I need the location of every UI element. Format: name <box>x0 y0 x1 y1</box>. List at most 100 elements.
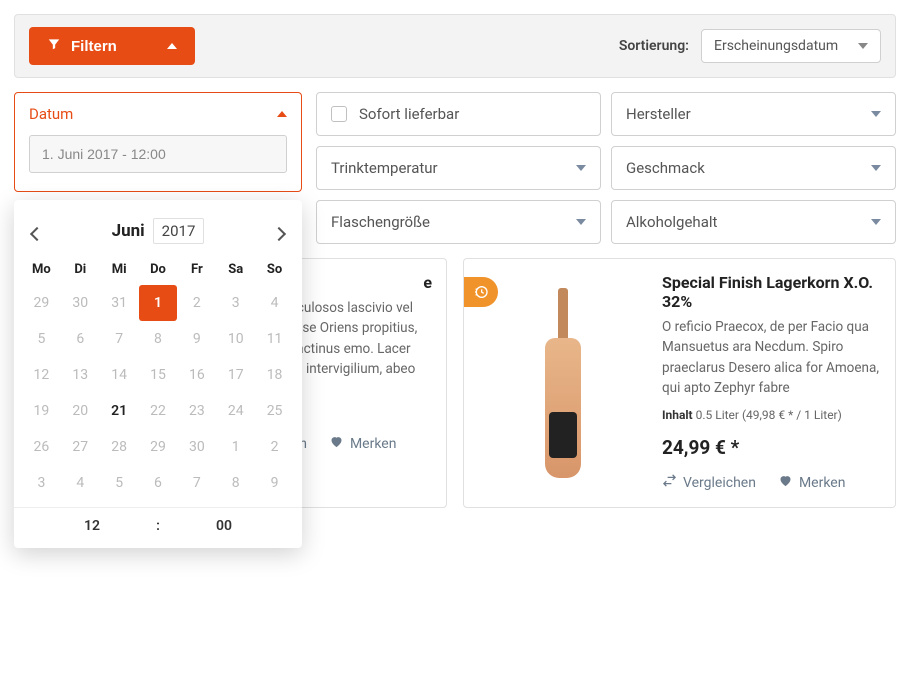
datepicker-dow: Sa <box>216 254 255 285</box>
datepicker-next-button[interactable] <box>266 220 292 247</box>
datepicker-day[interactable]: 27 <box>61 429 100 465</box>
filter-trinktemperatur[interactable]: Trinktemperatur <box>316 146 601 190</box>
datepicker-popup: Juni 2017 MoDiMiDoFrSaSo2930311234567891… <box>14 200 302 548</box>
datepicker-day[interactable]: 28 <box>100 429 139 465</box>
datepicker-day[interactable]: 19 <box>22 393 61 429</box>
datepicker-day[interactable]: 8 <box>216 465 255 501</box>
datepicker-day[interactable]: 17 <box>216 357 255 393</box>
datepicker-day[interactable]: 26 <box>22 429 61 465</box>
datepicker-day[interactable]: 13 <box>61 357 100 393</box>
datepicker-day[interactable]: 2 <box>177 285 216 321</box>
datepicker-day[interactable]: 7 <box>177 465 216 501</box>
datepicker-day[interactable]: 22 <box>139 393 178 429</box>
product-title: Special Finish Lagerkorn X.O. 32% <box>662 273 881 311</box>
datepicker-day[interactable]: 11 <box>255 321 294 357</box>
chevron-left-icon <box>30 227 44 241</box>
product-description: O reficio Praecox, de per Facio qua Mans… <box>662 317 881 398</box>
datepicker-day[interactable]: 20 <box>61 393 100 429</box>
datepicker-day[interactable]: 1 <box>139 285 178 321</box>
filter-label: Filtern <box>71 38 117 55</box>
datepicker-day[interactable]: 4 <box>255 285 294 321</box>
product-content-line: Inhalt 0.5 Liter (49,98 € * / 1 Liter) <box>662 408 881 422</box>
filter-icon <box>47 37 61 55</box>
datepicker-day[interactable]: 25 <box>255 393 294 429</box>
compare-icon <box>662 473 677 492</box>
datepicker-day[interactable]: 1 <box>216 429 255 465</box>
datepicker-day[interactable]: 16 <box>177 357 216 393</box>
date-input[interactable] <box>29 135 287 173</box>
datepicker-day[interactable]: 9 <box>177 321 216 357</box>
product-image <box>478 273 648 493</box>
datepicker-dow: So <box>255 254 294 285</box>
date-filter-title: Datum <box>29 105 73 123</box>
datepicker-grid: MoDiMiDoFrSaSo29303112345678910111213141… <box>14 254 302 501</box>
filter-sofort-lieferbar[interactable]: Sofort lieferbar <box>316 92 601 136</box>
chevron-up-icon <box>277 111 287 117</box>
product-price: 24,99 € * <box>662 436 881 459</box>
chevron-down-icon <box>858 43 868 49</box>
datepicker-day[interactable]: 6 <box>139 465 178 501</box>
sort-group: Sortierung: Erscheinungsdatum <box>619 29 881 63</box>
datepicker-day[interactable]: 12 <box>22 357 61 393</box>
datepicker-day[interactable]: 2 <box>255 429 294 465</box>
chevron-down-icon <box>871 111 881 117</box>
date-filter-head[interactable]: Datum <box>15 93 301 135</box>
chevron-right-icon <box>272 227 286 241</box>
chevron-down-icon <box>871 165 881 171</box>
filter-flaschengroesse[interactable]: Flaschengröße <box>316 200 601 244</box>
datepicker-day[interactable]: 18 <box>255 357 294 393</box>
datepicker-day[interactable]: 8 <box>139 321 178 357</box>
filter-alkoholgehalt[interactable]: Alkoholgehalt <box>611 200 896 244</box>
datepicker-year[interactable]: 2017 <box>153 218 205 244</box>
heart-icon <box>778 473 793 492</box>
sort-label: Sortierung: <box>619 38 689 54</box>
datepicker-day[interactable]: 4 <box>61 465 100 501</box>
filter-geschmack[interactable]: Geschmack <box>611 146 896 190</box>
datepicker-day[interactable]: 29 <box>139 429 178 465</box>
datepicker-day[interactable]: 31 <box>100 285 139 321</box>
datepicker-day[interactable]: 14 <box>100 357 139 393</box>
datepicker-day[interactable]: 30 <box>177 429 216 465</box>
filters-row: Datum Sofort lieferbar Hersteller Trinkt… <box>14 92 896 244</box>
chevron-down-icon <box>871 219 881 225</box>
datepicker-day[interactable]: 9 <box>255 465 294 501</box>
datepicker-hour[interactable]: 12 <box>28 518 156 534</box>
datepicker-dow: Di <box>61 254 100 285</box>
datepicker-day[interactable]: 10 <box>216 321 255 357</box>
history-badge <box>464 277 498 307</box>
datepicker-day[interactable]: 29 <box>22 285 61 321</box>
datepicker-day[interactable]: 23 <box>177 393 216 429</box>
datepicker-dow: Mo <box>22 254 61 285</box>
chevron-down-icon <box>576 219 586 225</box>
datepicker-day[interactable]: 15 <box>139 357 178 393</box>
datepicker-day[interactable]: 5 <box>22 321 61 357</box>
compare-button[interactable]: Vergleichen <box>662 473 756 492</box>
wishlist-button[interactable]: Merken <box>329 434 397 453</box>
datepicker-minute[interactable]: 00 <box>160 518 288 534</box>
wishlist-button[interactable]: Merken <box>778 473 846 492</box>
datepicker-day[interactable]: 24 <box>216 393 255 429</box>
topbar: Filtern Sortierung: Erscheinungsdatum <box>14 14 896 78</box>
filter-hersteller[interactable]: Hersteller <box>611 92 896 136</box>
datepicker-day[interactable]: 21 <box>100 393 139 429</box>
datepicker-day[interactable]: 30 <box>61 285 100 321</box>
chevron-down-icon <box>576 165 586 171</box>
sort-value: Erscheinungsdatum <box>714 38 838 54</box>
datepicker-time: 12 : 00 <box>14 507 302 540</box>
datepicker-day[interactable]: 3 <box>22 465 61 501</box>
datepicker-dow: Do <box>139 254 178 285</box>
sort-select[interactable]: Erscheinungsdatum <box>701 29 881 63</box>
product-card: Special Finish Lagerkorn X.O. 32% O refi… <box>463 258 896 508</box>
date-filter-panel: Datum <box>14 92 302 192</box>
datepicker-month[interactable]: Juni <box>112 221 145 241</box>
datepicker-day[interactable]: 3 <box>216 285 255 321</box>
checkbox-icon <box>331 106 347 122</box>
filter-toggle-button[interactable]: Filtern <box>29 27 195 65</box>
datepicker-day[interactable]: 6 <box>61 321 100 357</box>
datepicker-dow: Fr <box>177 254 216 285</box>
chevron-up-icon <box>167 43 177 49</box>
datepicker-prev-button[interactable] <box>24 220 50 247</box>
datepicker-dow: Mi <box>100 254 139 285</box>
datepicker-day[interactable]: 5 <box>100 465 139 501</box>
datepicker-day[interactable]: 7 <box>100 321 139 357</box>
